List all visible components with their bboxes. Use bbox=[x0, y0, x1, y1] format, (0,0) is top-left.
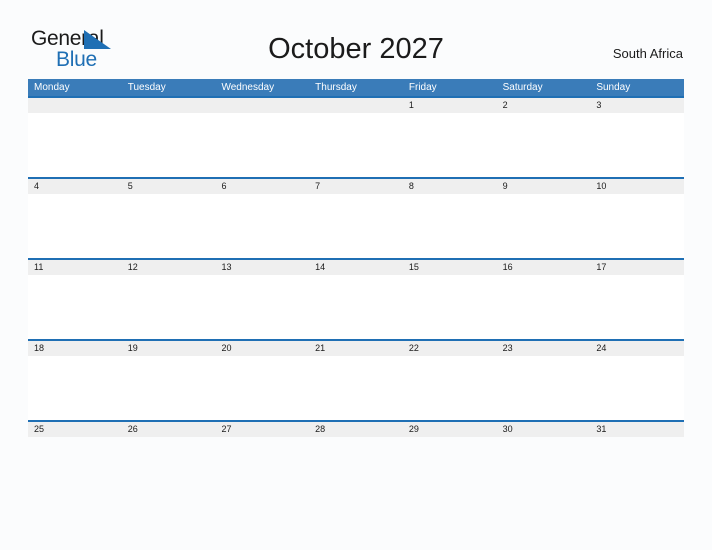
day-note-cell[interactable] bbox=[403, 356, 497, 420]
date-number[interactable]: 12 bbox=[122, 260, 216, 275]
day-note-cell[interactable] bbox=[590, 194, 684, 258]
date-number[interactable]: 2 bbox=[497, 98, 591, 113]
weekday-header-thursday: Thursday bbox=[315, 82, 357, 93]
date-number[interactable]: 10 bbox=[590, 179, 684, 194]
day-note-cell[interactable] bbox=[122, 113, 216, 177]
date-number[interactable]: 7 bbox=[309, 179, 403, 194]
day-note-cell[interactable] bbox=[215, 275, 309, 339]
day-note-cell[interactable] bbox=[497, 275, 591, 339]
day-note-cell[interactable] bbox=[590, 113, 684, 177]
date-number[interactable]: 23 bbox=[497, 341, 591, 356]
day-note-cell[interactable] bbox=[215, 356, 309, 420]
page-title: October 2027 bbox=[268, 33, 444, 65]
week-row: 25 26 27 28 29 30 31 bbox=[28, 420, 684, 501]
date-number[interactable]: 24 bbox=[590, 341, 684, 356]
date-number[interactable]: 13 bbox=[215, 260, 309, 275]
date-number[interactable]: 21 bbox=[309, 341, 403, 356]
day-note-cell[interactable] bbox=[497, 437, 591, 501]
date-number[interactable]: 11 bbox=[28, 260, 122, 275]
date-number[interactable]: 30 bbox=[497, 422, 591, 437]
date-number-band: 1 2 3 bbox=[28, 98, 684, 113]
weekday-header-monday: Monday bbox=[34, 82, 70, 93]
day-note-cell[interactable] bbox=[590, 437, 684, 501]
date-number-band: 4 5 6 7 8 9 10 bbox=[28, 179, 684, 194]
weekday-header-wednesday: Wednesday bbox=[221, 82, 275, 93]
day-note-cell[interactable] bbox=[122, 437, 216, 501]
day-note-cell[interactable] bbox=[215, 437, 309, 501]
day-note-cell[interactable] bbox=[403, 437, 497, 501]
week-note-area bbox=[28, 113, 684, 177]
day-note-cell[interactable] bbox=[28, 275, 122, 339]
date-number-band: 25 26 27 28 29 30 31 bbox=[28, 422, 684, 437]
page-header: General Blue October 2027 South Africa bbox=[0, 0, 712, 78]
date-number[interactable]: 31 bbox=[590, 422, 684, 437]
date-number[interactable]: 18 bbox=[28, 341, 122, 356]
date-number[interactable]: 3 bbox=[590, 98, 684, 113]
week-row: 18 19 20 21 22 23 24 bbox=[28, 339, 684, 420]
date-number[interactable]: 27 bbox=[215, 422, 309, 437]
day-note-cell[interactable] bbox=[28, 356, 122, 420]
weekday-header-tuesday: Tuesday bbox=[127, 82, 166, 93]
week-row: 4 5 6 7 8 9 10 bbox=[28, 177, 684, 258]
day-note-cell[interactable] bbox=[497, 194, 591, 258]
date-number[interactable]: 1 bbox=[403, 98, 497, 113]
weekday-header-friday: Friday bbox=[408, 82, 437, 93]
day-note-cell[interactable] bbox=[403, 194, 497, 258]
week-row: 1 2 3 bbox=[28, 96, 684, 177]
date-number[interactable]: 17 bbox=[590, 260, 684, 275]
day-note-cell[interactable] bbox=[403, 275, 497, 339]
day-note-cell[interactable] bbox=[590, 356, 684, 420]
date-number[interactable] bbox=[309, 98, 403, 113]
day-note-cell[interactable] bbox=[122, 194, 216, 258]
date-number[interactable]: 26 bbox=[122, 422, 216, 437]
weekday-header-row: Monday Tuesday Wednesday Thursday Friday… bbox=[28, 79, 684, 96]
region-label: South Africa bbox=[612, 46, 683, 61]
day-note-cell[interactable] bbox=[309, 437, 403, 501]
day-note-cell[interactable] bbox=[497, 356, 591, 420]
date-number[interactable]: 22 bbox=[403, 341, 497, 356]
week-note-area bbox=[28, 275, 684, 339]
day-note-cell[interactable] bbox=[497, 113, 591, 177]
day-note-cell[interactable] bbox=[403, 113, 497, 177]
calendar-page: General Blue October 2027 South Africa M… bbox=[0, 0, 712, 550]
week-note-area bbox=[28, 437, 684, 501]
date-number-band: 18 19 20 21 22 23 24 bbox=[28, 341, 684, 356]
day-note-cell[interactable] bbox=[215, 113, 309, 177]
date-number[interactable]: 25 bbox=[28, 422, 122, 437]
day-note-cell[interactable] bbox=[590, 275, 684, 339]
date-number[interactable]: 6 bbox=[215, 179, 309, 194]
date-number[interactable]: 8 bbox=[403, 179, 497, 194]
day-note-cell[interactable] bbox=[309, 356, 403, 420]
week-note-area bbox=[28, 356, 684, 420]
day-note-cell[interactable] bbox=[309, 113, 403, 177]
weekday-header-saturday: Saturday bbox=[502, 82, 543, 93]
date-number[interactable]: 29 bbox=[403, 422, 497, 437]
date-number[interactable]: 14 bbox=[309, 260, 403, 275]
day-note-cell[interactable] bbox=[215, 194, 309, 258]
day-note-cell[interactable] bbox=[28, 113, 122, 177]
week-row: 11 12 13 14 15 16 17 bbox=[28, 258, 684, 339]
date-number[interactable]: 19 bbox=[122, 341, 216, 356]
date-number[interactable] bbox=[122, 98, 216, 113]
date-number[interactable]: 9 bbox=[497, 179, 591, 194]
day-note-cell[interactable] bbox=[122, 275, 216, 339]
date-number[interactable] bbox=[28, 98, 122, 113]
date-number[interactable]: 4 bbox=[28, 179, 122, 194]
date-number[interactable]: 5 bbox=[122, 179, 216, 194]
week-note-area bbox=[28, 194, 684, 258]
calendar-grid: Monday Tuesday Wednesday Thursday Friday… bbox=[28, 79, 684, 501]
date-number[interactable]: 20 bbox=[215, 341, 309, 356]
day-note-cell[interactable] bbox=[309, 194, 403, 258]
date-number[interactable] bbox=[215, 98, 309, 113]
day-note-cell[interactable] bbox=[28, 194, 122, 258]
date-number[interactable]: 15 bbox=[403, 260, 497, 275]
date-number[interactable]: 16 bbox=[497, 260, 591, 275]
day-note-cell[interactable] bbox=[28, 437, 122, 501]
day-note-cell[interactable] bbox=[122, 356, 216, 420]
day-note-cell[interactable] bbox=[309, 275, 403, 339]
date-number[interactable]: 28 bbox=[309, 422, 403, 437]
date-number-band: 11 12 13 14 15 16 17 bbox=[28, 260, 684, 275]
weekday-header-sunday: Sunday bbox=[596, 82, 631, 93]
